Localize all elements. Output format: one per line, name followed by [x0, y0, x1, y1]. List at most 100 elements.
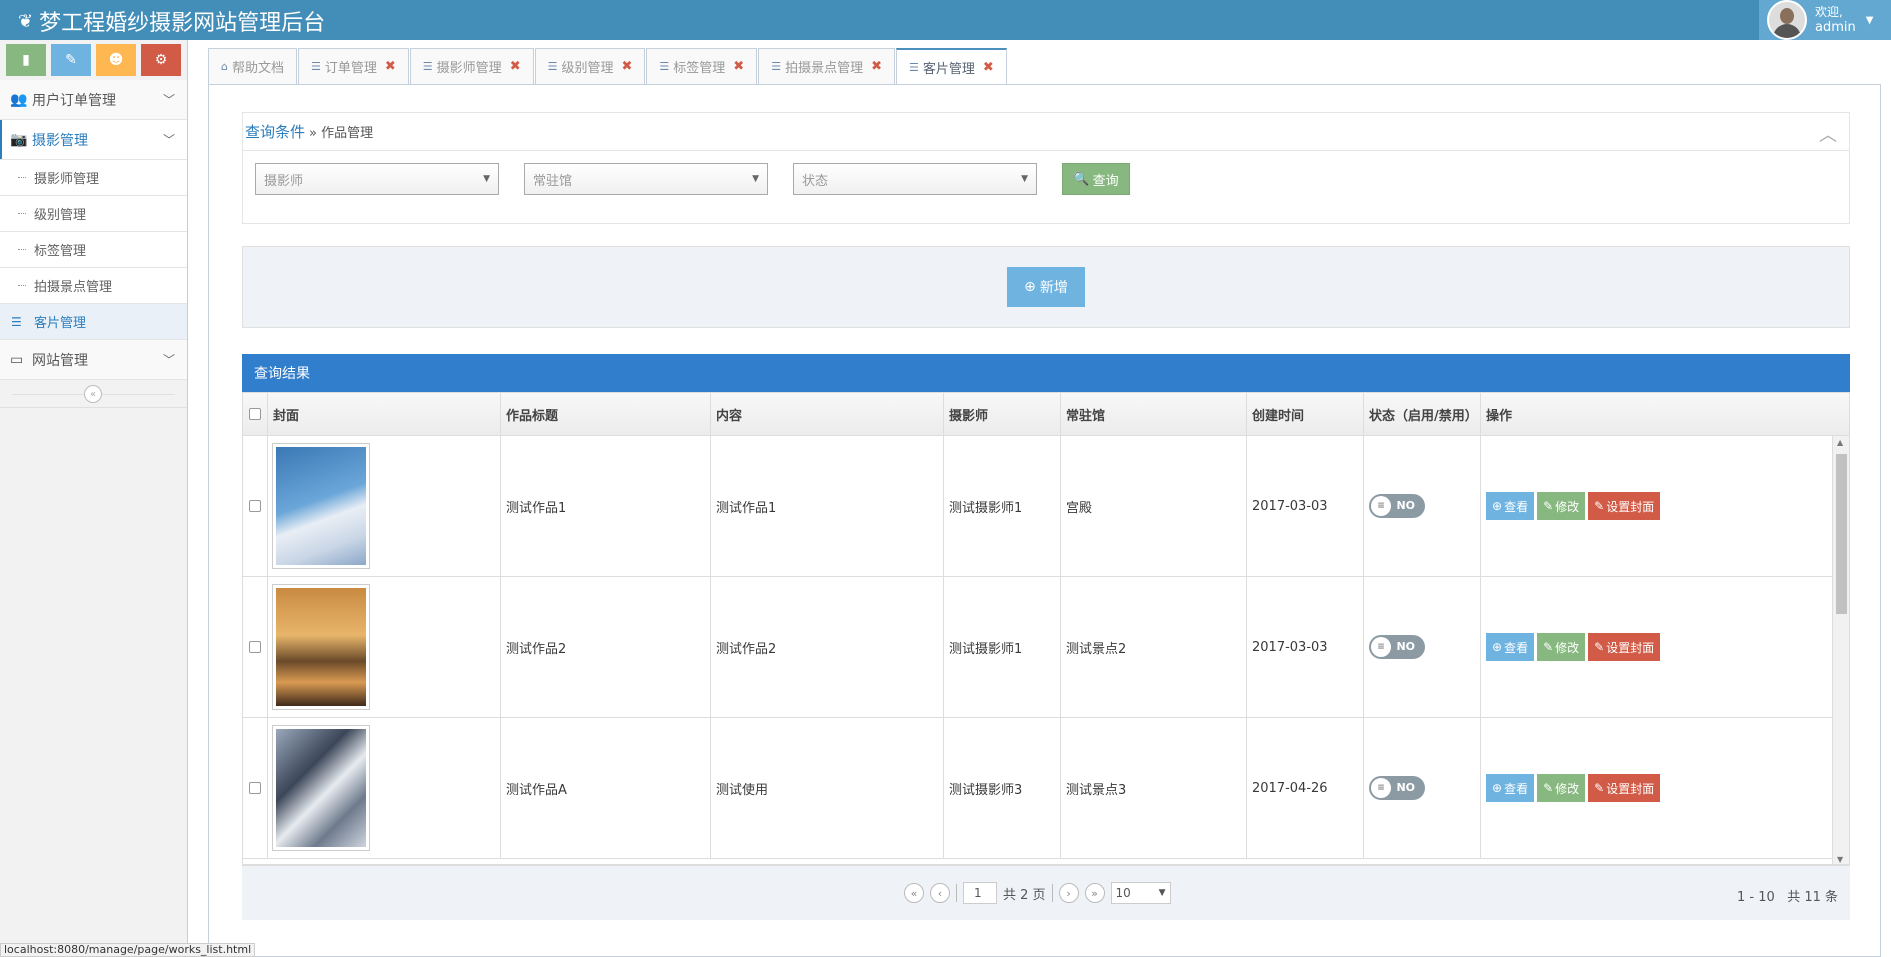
- submenu-item-label: 客片管理: [34, 316, 87, 331]
- home-icon: ⌂: [221, 60, 228, 73]
- view-button[interactable]: ⊕ 查看: [1486, 492, 1535, 520]
- row-checkbox[interactable]: [249, 500, 261, 512]
- bars-icon: ≡: [1371, 778, 1391, 798]
- tab-tags[interactable]: ☰ 标签管理 ✖: [646, 48, 758, 84]
- results-grid: 封面 作品标题 内容 摄影师 常驻馆 创建时间 状态（启用/禁用） 操作 测试作…: [242, 392, 1850, 865]
- status-toggle[interactable]: ≡ NO: [1369, 494, 1425, 518]
- tab-orders[interactable]: ☰ 订单管理 ✖: [298, 48, 409, 84]
- submenu-item-levels[interactable]: 级别管理: [0, 196, 187, 232]
- tab-label: 客片管理: [922, 62, 975, 77]
- sliders-icon: ☰: [908, 61, 919, 74]
- user-menu[interactable]: 欢迎, admin ▼: [1759, 0, 1891, 40]
- edit-icon: ✎: [1543, 499, 1554, 513]
- column-header[interactable]: 操作: [1481, 393, 1833, 435]
- next-page-icon[interactable]: ›: [1058, 883, 1079, 903]
- close-icon[interactable]: ✖: [871, 59, 882, 74]
- cell-content: 测试作品2: [711, 577, 944, 717]
- select-all-checkbox[interactable]: [249, 408, 261, 420]
- sidebar-collapse: «: [0, 380, 187, 408]
- total-pages: 共 2 页: [1003, 887, 1046, 903]
- last-page-icon[interactable]: »: [1084, 883, 1105, 903]
- cogs-icon[interactable]: ⚙: [141, 44, 181, 76]
- results-title: 查询结果: [242, 354, 1850, 392]
- edit-button[interactable]: ✎ 修改: [1537, 492, 1586, 520]
- first-page-icon[interactable]: «: [904, 883, 924, 903]
- cover-image[interactable]: [272, 725, 370, 851]
- tab-works[interactable]: ☰ 客片管理 ✖: [895, 48, 1007, 85]
- status-toggle[interactable]: ≡ NO: [1369, 776, 1425, 800]
- submenu-item-spots[interactable]: 拍摄景点管理: [0, 268, 187, 304]
- tab-levels[interactable]: ☰ 级别管理 ✖: [534, 48, 646, 84]
- row-checkbox[interactable]: [249, 641, 261, 653]
- tab-photographers[interactable]: ☰ 摄影师管理 ✖: [409, 48, 534, 84]
- column-header[interactable]: 常驻馆: [1061, 393, 1247, 435]
- sliders-icon: ☰: [547, 60, 558, 73]
- tab-label: 拍摄景点管理: [785, 61, 864, 76]
- sidebar-item-orders[interactable]: 👥 用户订单管理 ﹀: [0, 80, 187, 120]
- cell-content: 测试使用: [711, 718, 944, 858]
- page-input[interactable]: 1: [963, 882, 997, 904]
- column-header[interactable]: 作品标题: [501, 393, 711, 435]
- add-button[interactable]: ⊕ 新增: [1007, 267, 1085, 307]
- cell-content: 测试作品1: [711, 436, 944, 576]
- column-header[interactable]: 状态（启用/禁用）: [1364, 393, 1481, 435]
- vertical-scrollbar[interactable]: ▲ ▼: [1832, 436, 1849, 864]
- chevron-up-icon[interactable]: ︿: [1819, 121, 1837, 147]
- column-header[interactable]: 内容: [711, 393, 944, 435]
- tab-label: 帮助文档: [231, 61, 284, 76]
- close-icon[interactable]: ✖: [621, 59, 632, 74]
- close-icon[interactable]: ✖: [385, 59, 396, 74]
- set-cover-button[interactable]: ✎ 设置封面: [1588, 774, 1661, 802]
- photographer-select[interactable]: 摄影师 ▼: [255, 163, 499, 195]
- zoom-icon: ⊕: [1492, 499, 1503, 513]
- view-button[interactable]: ⊕ 查看: [1486, 774, 1535, 802]
- set-cover-button[interactable]: ✎ 设置封面: [1588, 492, 1661, 520]
- column-header[interactable]: 创建时间: [1247, 393, 1364, 435]
- tab-help[interactable]: ⌂ 帮助文档: [208, 48, 297, 84]
- cell-created: 2017-03-03: [1247, 436, 1364, 576]
- cell-photographer: 测试摄影师1: [944, 577, 1061, 717]
- caret-down-icon: ▼: [1865, 14, 1874, 26]
- submenu-item-photographers[interactable]: 摄影师管理: [0, 160, 187, 196]
- users-icon[interactable]: ☻: [96, 44, 136, 76]
- search-icon: 🔍: [1073, 171, 1090, 187]
- cell-title: 测试作品2: [501, 577, 711, 717]
- pencil-icon[interactable]: ✎: [51, 44, 91, 76]
- page-size-select[interactable]: 10 ▼: [1110, 882, 1171, 904]
- browser-status-url: localhost:8080/manage/page/works_list.ht…: [0, 943, 256, 957]
- brand[interactable]: ❦ 梦工程婚纱摄影网站管理后台: [18, 5, 325, 37]
- scroll-down-icon[interactable]: ▼: [1837, 855, 1843, 864]
- status-toggle[interactable]: ≡ NO: [1369, 635, 1425, 659]
- double-chevron-left-icon[interactable]: «: [84, 385, 102, 403]
- submenu-item-tags[interactable]: 标签管理: [0, 232, 187, 268]
- edit-button[interactable]: ✎ 修改: [1537, 774, 1586, 802]
- set-cover-button[interactable]: ✎ 设置封面: [1588, 633, 1661, 661]
- row-checkbox[interactable]: [249, 782, 261, 794]
- tab-spots[interactable]: ☰ 拍摄景点管理 ✖: [758, 48, 895, 84]
- username: admin: [1815, 20, 1856, 35]
- search-button[interactable]: 🔍 查询: [1062, 163, 1130, 195]
- cover-image[interactable]: [272, 584, 370, 710]
- sidebar-item-website[interactable]: ▭ 网站管理 ﹀: [0, 340, 187, 380]
- submenu-item-works[interactable]: ☰ 客片管理: [0, 304, 187, 340]
- query-panel: 查询条件 » 作品管理 ︿ 摄影师 ▼ 常驻馆 ▼ 状态 ▼ 🔍 查询: [242, 112, 1850, 224]
- welcome-text: 欢迎,: [1815, 5, 1843, 19]
- close-icon[interactable]: ✖: [983, 60, 994, 75]
- toolbar: ⊕ 新增: [242, 246, 1850, 328]
- signal-icon[interactable]: ▮: [6, 44, 46, 76]
- scrollbar-thumb[interactable]: [1836, 454, 1847, 614]
- prev-page-icon[interactable]: ‹: [930, 883, 950, 903]
- close-icon[interactable]: ✖: [510, 59, 521, 74]
- scroll-up-icon[interactable]: ▲: [1837, 438, 1843, 447]
- cover-image[interactable]: [272, 443, 370, 569]
- edit-icon: ✎: [1594, 640, 1605, 654]
- column-header[interactable]: 封面: [268, 393, 501, 435]
- query-title: 查询条件: [245, 123, 306, 141]
- close-icon[interactable]: ✖: [733, 59, 744, 74]
- status-select[interactable]: 状态 ▼: [793, 163, 1037, 195]
- sidebar-item-photography[interactable]: 📷 摄影管理 ﹀: [0, 120, 187, 160]
- column-header[interactable]: 摄影师: [944, 393, 1061, 435]
- venue-select[interactable]: 常驻馆 ▼: [524, 163, 768, 195]
- edit-button[interactable]: ✎ 修改: [1537, 633, 1586, 661]
- view-button[interactable]: ⊕ 查看: [1486, 633, 1535, 661]
